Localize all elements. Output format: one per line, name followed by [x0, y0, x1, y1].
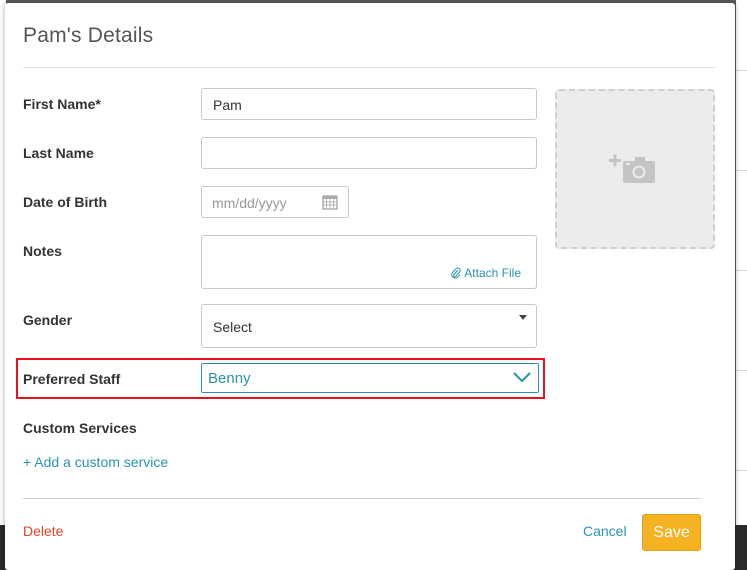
- add-photo-icon: [609, 154, 655, 183]
- dob-field[interactable]: mm/dd/yyyy: [201, 186, 349, 218]
- modal-title: Pam's Details: [23, 24, 154, 47]
- notes-textarea[interactable]: Attach File: [201, 235, 537, 289]
- save-button[interactable]: Save: [642, 514, 701, 551]
- notes-label: Notes: [23, 243, 62, 259]
- last-name-label: Last Name: [23, 145, 94, 161]
- paperclip-icon: [451, 267, 461, 279]
- dob-placeholder: mm/dd/yyyy: [212, 195, 287, 211]
- gender-select[interactable]: Select: [201, 304, 537, 348]
- first-name-value: Pam: [213, 97, 242, 113]
- dob-label: Date of Birth: [23, 194, 107, 210]
- delete-button[interactable]: Delete: [23, 523, 63, 539]
- preferred-staff-value: Benny: [208, 370, 251, 387]
- background-page-right: [736, 0, 747, 525]
- caret-down-icon: [519, 315, 527, 320]
- custom-services-label: Custom Services: [23, 420, 137, 436]
- gender-value: Select: [213, 319, 252, 335]
- title-divider: [23, 67, 716, 68]
- photo-upload-area[interactable]: [555, 89, 715, 249]
- last-name-field[interactable]: [201, 137, 537, 169]
- preferred-staff-label: Preferred Staff: [23, 371, 121, 387]
- first-name-label: First Name*: [23, 96, 101, 112]
- preferred-staff-select[interactable]: Benny: [201, 363, 539, 393]
- first-name-field[interactable]: Pam: [201, 88, 537, 120]
- attach-file-link[interactable]: Attach File: [451, 266, 521, 280]
- add-custom-service-link[interactable]: + Add a custom service: [23, 454, 168, 470]
- attach-file-label: Attach File: [464, 266, 521, 280]
- gender-label: Gender: [23, 312, 73, 328]
- client-details-modal: Pam's Details First Name* Pam Last Name …: [5, 3, 735, 570]
- calendar-icon[interactable]: [322, 194, 338, 210]
- footer-divider: [23, 498, 701, 499]
- chevron-down-icon: [513, 372, 531, 383]
- cancel-button[interactable]: Cancel: [583, 523, 627, 539]
